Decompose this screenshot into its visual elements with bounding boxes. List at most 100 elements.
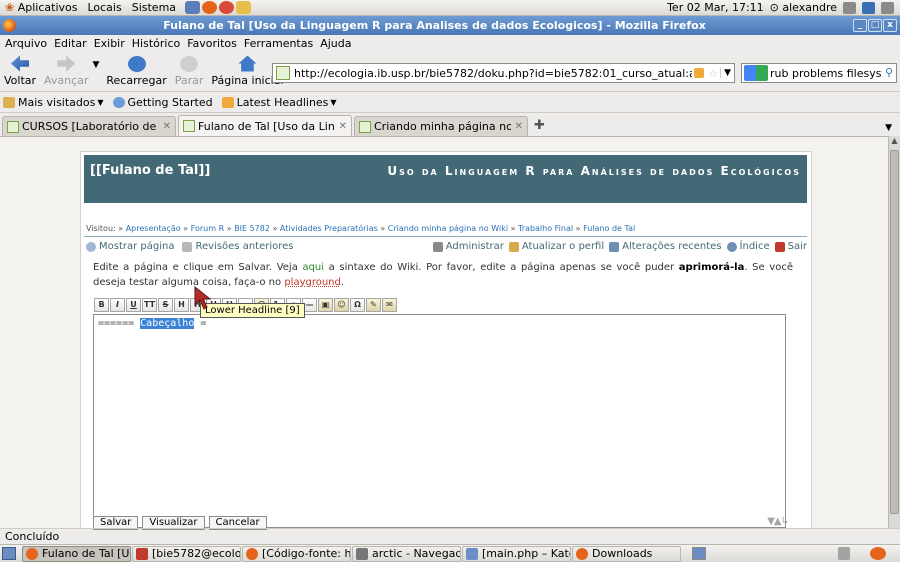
email-button[interactable]: ✉ (382, 298, 397, 312)
playground-link[interactable]: playground (284, 277, 341, 288)
volume-tray-icon[interactable] (881, 1, 894, 14)
image-button[interactable]: ▣ (318, 298, 333, 312)
scroll-up-icon[interactable]: ▲ (889, 136, 900, 148)
admin-link[interactable]: Administrar (432, 241, 504, 252)
firefox-launcher-icon[interactable] (202, 1, 218, 14)
menu-arquivo[interactable]: Arquivo (2, 37, 50, 50)
url-text[interactable]: http://ecologia.ib.usp.br/bie5782/doku.p… (294, 67, 692, 80)
breadcrumb-link[interactable]: Trabalho Final (518, 224, 573, 233)
breadcrumb-link[interactable]: Atividades Preparatórias (280, 224, 378, 233)
logout-link[interactable]: Sair (774, 241, 807, 252)
clock[interactable]: Ter 02 Mar, 17:11 (667, 1, 764, 14)
breadcrumb-link[interactable]: Criando minha página no Wiki (388, 224, 508, 233)
tab-cursos[interactable]: CURSOS [Laboratório de Ec... ✕ (2, 116, 176, 136)
history-dropdown-icon[interactable]: ▼ (92, 60, 99, 70)
tab-list-icon[interactable]: ▼ (885, 123, 892, 133)
tab-criando-pagina[interactable]: Criando minha página no ... ✕ (354, 116, 528, 136)
menu-ferramentas[interactable]: Ferramentas (241, 37, 316, 50)
maximize-button[interactable]: □ (868, 19, 882, 32)
taskbar-item[interactable]: arctic - Navegad... (352, 545, 461, 562)
code-button[interactable]: TT (142, 298, 157, 312)
profile-icon (508, 241, 519, 252)
underline-button[interactable]: U (126, 298, 141, 312)
search-input[interactable]: rub problems filesystem (770, 67, 882, 80)
top-panel: ❀ Aplicativos Locais Sistema Ter 02 Mar,… (0, 0, 900, 16)
breadcrumb-link[interactable]: BIE 5782 (234, 224, 270, 233)
rss-feed-icon[interactable] (694, 68, 705, 78)
special-chars-button[interactable]: Ω (350, 298, 365, 312)
user-menu[interactable]: ⊙ alexandre (770, 1, 837, 14)
close-window-button[interactable]: x (883, 19, 897, 32)
close-tab-icon[interactable]: ✕ (163, 121, 171, 132)
menu-ajuda[interactable]: Ajuda (317, 37, 354, 50)
help-launcher-icon[interactable] (219, 1, 235, 14)
workspace-switcher-icon[interactable] (692, 547, 706, 560)
window-titlebar[interactable]: Fulano de Tal [Uso da Linguagem R para A… (0, 16, 900, 35)
menu-exibir[interactable]: Exibir (91, 37, 128, 50)
close-tab-icon[interactable]: ✕ (339, 121, 347, 132)
show-page-button[interactable]: Mostrar página (86, 241, 174, 252)
system-menu[interactable]: Sistema (127, 0, 181, 16)
network-launcher-icon[interactable] (185, 1, 201, 14)
show-desktop-icon[interactable] (2, 547, 16, 560)
bookmark-star-icon[interactable]: ☆ (708, 67, 718, 80)
firefox-window-icon[interactable] (3, 19, 16, 32)
firefox-tray-icon[interactable] (870, 547, 886, 560)
update-profile-link[interactable]: Atualizar o perfil (508, 241, 604, 252)
status-text: Concluído (5, 530, 60, 543)
places-menu[interactable]: Locais (82, 0, 126, 16)
syntax-link[interactable]: aqui (302, 262, 324, 273)
launcher-icons (185, 1, 252, 14)
home-icon (238, 55, 257, 72)
same-headline-button[interactable]: H (174, 298, 189, 312)
reload-button[interactable]: Recarregar (102, 55, 170, 87)
menu-historico[interactable]: Histórico (129, 37, 183, 50)
signature-button[interactable]: ✎ (366, 298, 381, 312)
search-bar[interactable]: rub problems filesystem ⚲ (741, 63, 897, 83)
bottom-taskbar: Fulano de Tal [Us... [bie5782@ecolo... [… (0, 544, 900, 562)
smiley-button[interactable]: ☺ (334, 298, 349, 312)
back-button[interactable]: Voltar (0, 55, 40, 87)
taskbar-item[interactable]: Downloads (572, 545, 681, 562)
page-title: Uso da Linguagem R para Análises de dado… (387, 164, 801, 178)
strikethrough-button[interactable]: S (158, 298, 173, 312)
bookmark-mais-visitados[interactable]: Mais visitados ▼ (3, 96, 104, 109)
recent-changes-link[interactable]: Alterações recentes (609, 241, 722, 252)
url-dropdown-icon[interactable]: ▼ (720, 68, 734, 78)
minimize-button[interactable]: _ (853, 19, 867, 32)
editor-resize-icon[interactable]: ▼▲↳ (767, 516, 789, 527)
breadcrumb-link[interactable]: Apresentação (126, 224, 181, 233)
menu-editar[interactable]: Editar (51, 37, 90, 50)
wiki-text-editor[interactable]: ====== Cabeçalho = (93, 314, 786, 528)
new-tab-icon[interactable]: ✚ (534, 118, 545, 133)
network-tray-icon[interactable] (843, 1, 856, 14)
close-tab-icon[interactable]: ✕ (515, 121, 523, 132)
site-name-link[interactable]: [[Fulano de Tal]] (90, 163, 210, 178)
forward-button[interactable]: Avançar (40, 55, 92, 87)
index-link[interactable]: Índice (726, 241, 770, 252)
italic-button[interactable]: I (110, 298, 125, 312)
taskbar-item[interactable]: Fulano de Tal [Us... (22, 545, 131, 562)
old-revisions-button[interactable]: Revisões anteriores (182, 241, 294, 252)
search-engine-icon[interactable] (744, 65, 768, 81)
url-bar[interactable]: http://ecologia.ib.usp.br/bie5782/doku.p… (272, 63, 735, 83)
bookmark-latest-headlines[interactable]: Latest Headlines ▼ (221, 96, 337, 109)
taskbar-item[interactable]: [main.php – Kate] (462, 545, 571, 562)
trash-icon[interactable] (838, 547, 850, 560)
breadcrumb-link[interactable]: Fulano de Tal (583, 224, 635, 233)
vertical-scrollbar[interactable]: ▲ (888, 136, 900, 528)
applications-menu[interactable]: ❀ Aplicativos (0, 0, 82, 16)
tab-fulano-de-tal[interactable]: Fulano de Tal [Uso da Ling... ✕ (178, 115, 352, 136)
search-icon[interactable]: ⚲ (882, 66, 896, 80)
stop-button[interactable]: Parar (171, 55, 208, 87)
breadcrumb-link[interactable]: Forum R (191, 224, 224, 233)
bluetooth-tray-icon[interactable] (862, 1, 875, 14)
bold-button[interactable]: B (94, 298, 109, 312)
firefox-icon (576, 547, 588, 560)
taskbar-item[interactable]: [bie5782@ecolo... (132, 545, 241, 562)
mail-launcher-icon[interactable] (236, 1, 252, 14)
scroll-thumb[interactable] (890, 150, 899, 514)
menu-favoritos[interactable]: Favoritos (184, 37, 240, 50)
bookmark-getting-started[interactable]: Getting Started (112, 96, 213, 109)
taskbar-item[interactable]: [Código-fonte: ht... (242, 545, 351, 562)
